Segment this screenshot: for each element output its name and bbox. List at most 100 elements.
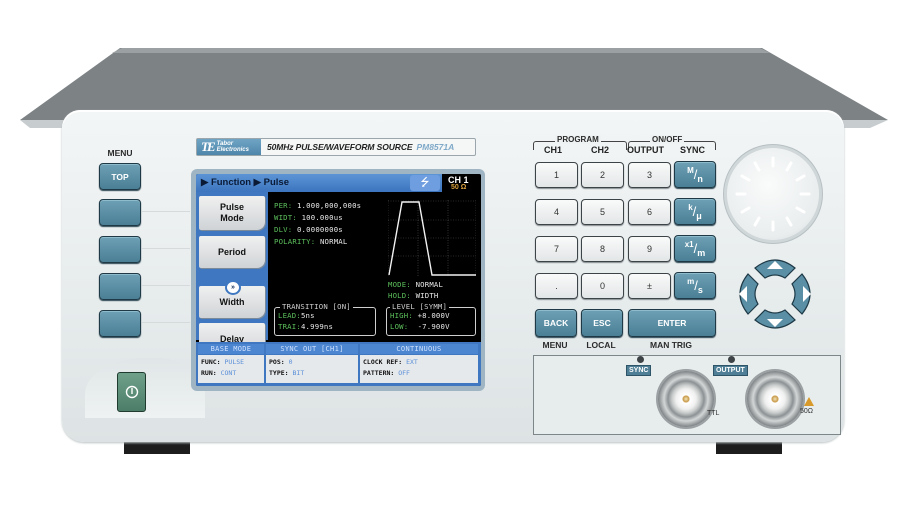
key-7[interactable]: 7 xyxy=(535,236,578,262)
key-unit-mega-nano[interactable]: M / n xyxy=(674,161,716,188)
output-tag: OUTPUT xyxy=(713,365,748,376)
status-body: CLOCK REF: EXT PATTERN: OFF xyxy=(360,355,478,383)
sync-tag: SYNC xyxy=(626,365,652,376)
softkey-pulse-mode[interactable]: Pulse Mode xyxy=(199,196,265,230)
trail-label: TRAI: xyxy=(278,322,301,331)
hold-row: HOLD: WIDTH xyxy=(388,291,439,300)
unit-bottom: m xyxy=(697,247,706,258)
esc-button[interactable]: ESC xyxy=(581,309,623,337)
trail-value: 4.999ns xyxy=(300,322,334,331)
unit-top: M xyxy=(687,165,694,175)
key-4[interactable]: 4 xyxy=(535,199,578,225)
program-group-label: PROGRAM xyxy=(555,135,601,144)
trail-row: TRAI:4.999ns xyxy=(278,322,333,331)
status-line: CLOCK REF: EXT xyxy=(363,357,475,368)
key-6[interactable]: 6 xyxy=(628,199,671,225)
status-value: BIT xyxy=(292,369,305,377)
status-body: FUNC: PULSE RUN: CONT xyxy=(198,355,264,383)
low-row: LOW: -7.900V xyxy=(390,322,450,331)
foot-left xyxy=(124,440,190,454)
status-value: EXT xyxy=(406,358,418,366)
key-plus-minus[interactable]: ± xyxy=(628,273,671,299)
param-value: 100.000us xyxy=(301,213,343,222)
status-title: BASE MODE xyxy=(198,344,264,354)
status-line: FUNC: PULSE xyxy=(201,357,261,368)
pulse-trace xyxy=(388,201,476,276)
output-bnc-connector[interactable] xyxy=(747,371,803,427)
status-line: TYPE: BIT xyxy=(269,368,355,379)
softkey-period[interactable]: Period xyxy=(199,236,265,268)
key-unit-milli-sec[interactable]: m / s xyxy=(674,272,716,299)
pulse-waveform-preview xyxy=(388,200,476,276)
status-base-mode: BASE MODE FUNC: PULSE RUN: CONT xyxy=(198,344,264,384)
key-1[interactable]: 1 xyxy=(535,162,578,188)
key-8[interactable]: 8 xyxy=(581,236,624,262)
output-led xyxy=(728,356,735,363)
unit-top: m xyxy=(687,276,695,286)
param-value: NORMAL xyxy=(319,237,348,246)
status-body: POS: 0 TYPE: BIT xyxy=(266,355,358,383)
key-3[interactable]: 3 xyxy=(628,162,671,188)
onoff-group-label: ON/OFF xyxy=(650,135,685,144)
softkey-guide-line xyxy=(142,322,190,323)
key-unit-x1-milli[interactable]: x1/m xyxy=(674,235,716,262)
brand-mark: TE xyxy=(201,139,216,154)
enter-button[interactable]: ENTER xyxy=(628,309,716,337)
col-head-ch2: CH2 xyxy=(591,145,610,155)
scroll-down-icon[interactable]: » xyxy=(225,280,241,295)
tabor-logo: TE Tabor Electronics xyxy=(197,139,261,155)
menu-softkey-1-button[interactable] xyxy=(99,199,141,226)
knob-tick-marks xyxy=(735,156,811,232)
usb-icon: ⭍ xyxy=(410,175,440,191)
key-5[interactable]: 5 xyxy=(581,199,624,225)
mode-label: MODE: xyxy=(388,280,411,289)
status-continuous: CONTINUOUS CLOCK REF: EXT PATTERN: OFF xyxy=(360,344,478,384)
warning-icon xyxy=(804,397,814,406)
param-delay[interactable]: DLV: 0.0000000s xyxy=(274,225,343,234)
menu-softkey-3-button[interactable] xyxy=(99,273,141,300)
status-key: PATTERN: xyxy=(363,369,395,377)
hold-value: WIDTH xyxy=(415,291,439,300)
param-value: 1.000,000,000s xyxy=(296,201,362,210)
param-width[interactable]: WIDT: 100.000us xyxy=(274,213,343,222)
foot-right xyxy=(716,440,782,454)
param-value: 0.0000000s xyxy=(296,225,343,234)
param-label: POLARITY: xyxy=(274,237,316,246)
status-line: POS: 0 xyxy=(269,357,355,368)
col-head-ch1: CH1 xyxy=(544,145,563,155)
menu-top-button[interactable]: TOP xyxy=(99,163,141,190)
power-icon xyxy=(125,385,138,399)
output-impedance-label: 50Ω xyxy=(800,408,814,415)
sync-led xyxy=(637,356,644,363)
param-polarity[interactable]: POLARITY: NORMAL xyxy=(274,237,348,246)
softkey-guide-line xyxy=(142,211,190,212)
power-button[interactable] xyxy=(117,372,146,412)
key-9[interactable]: 9 xyxy=(628,236,671,262)
high-value: +8.000V xyxy=(417,311,450,320)
status-title: CONTINUOUS xyxy=(360,344,478,354)
status-value: 0 xyxy=(288,358,293,366)
key-0[interactable]: 0 xyxy=(581,273,624,299)
softkey-line2: Mode xyxy=(220,213,244,223)
key-decimal[interactable]: . xyxy=(535,273,578,299)
status-key: POS: xyxy=(269,358,285,366)
back-button[interactable]: BACK xyxy=(535,309,577,337)
softkey-panel: Pulse Mode Period Width Delay » xyxy=(196,192,268,355)
status-value: OFF xyxy=(398,369,410,377)
high-label: HIGH: xyxy=(390,311,413,320)
status-title: SYNC OUT [CH1] xyxy=(266,344,358,354)
unit-bottom: n xyxy=(697,173,703,184)
menu-softkey-2-button[interactable] xyxy=(99,236,141,263)
menu-softkey-4-button[interactable] xyxy=(99,310,141,337)
low-label: LOW: xyxy=(390,322,409,331)
col-head-sync: SYNC xyxy=(680,145,706,155)
rotary-knob[interactable] xyxy=(727,148,819,240)
key-2[interactable]: 2 xyxy=(581,162,624,188)
param-period[interactable]: PER: 1.000,000,000s xyxy=(274,201,361,210)
key-unit-kilo-micro[interactable]: k / μ xyxy=(674,198,716,225)
arrow-keypad xyxy=(739,259,811,329)
unit-bottom: μ xyxy=(696,210,702,221)
model-number: PM8571A xyxy=(416,142,455,152)
sync-bnc-connector[interactable] xyxy=(658,371,714,427)
breadcrumb: ▶ Function ▶ Pulse xyxy=(201,177,289,188)
